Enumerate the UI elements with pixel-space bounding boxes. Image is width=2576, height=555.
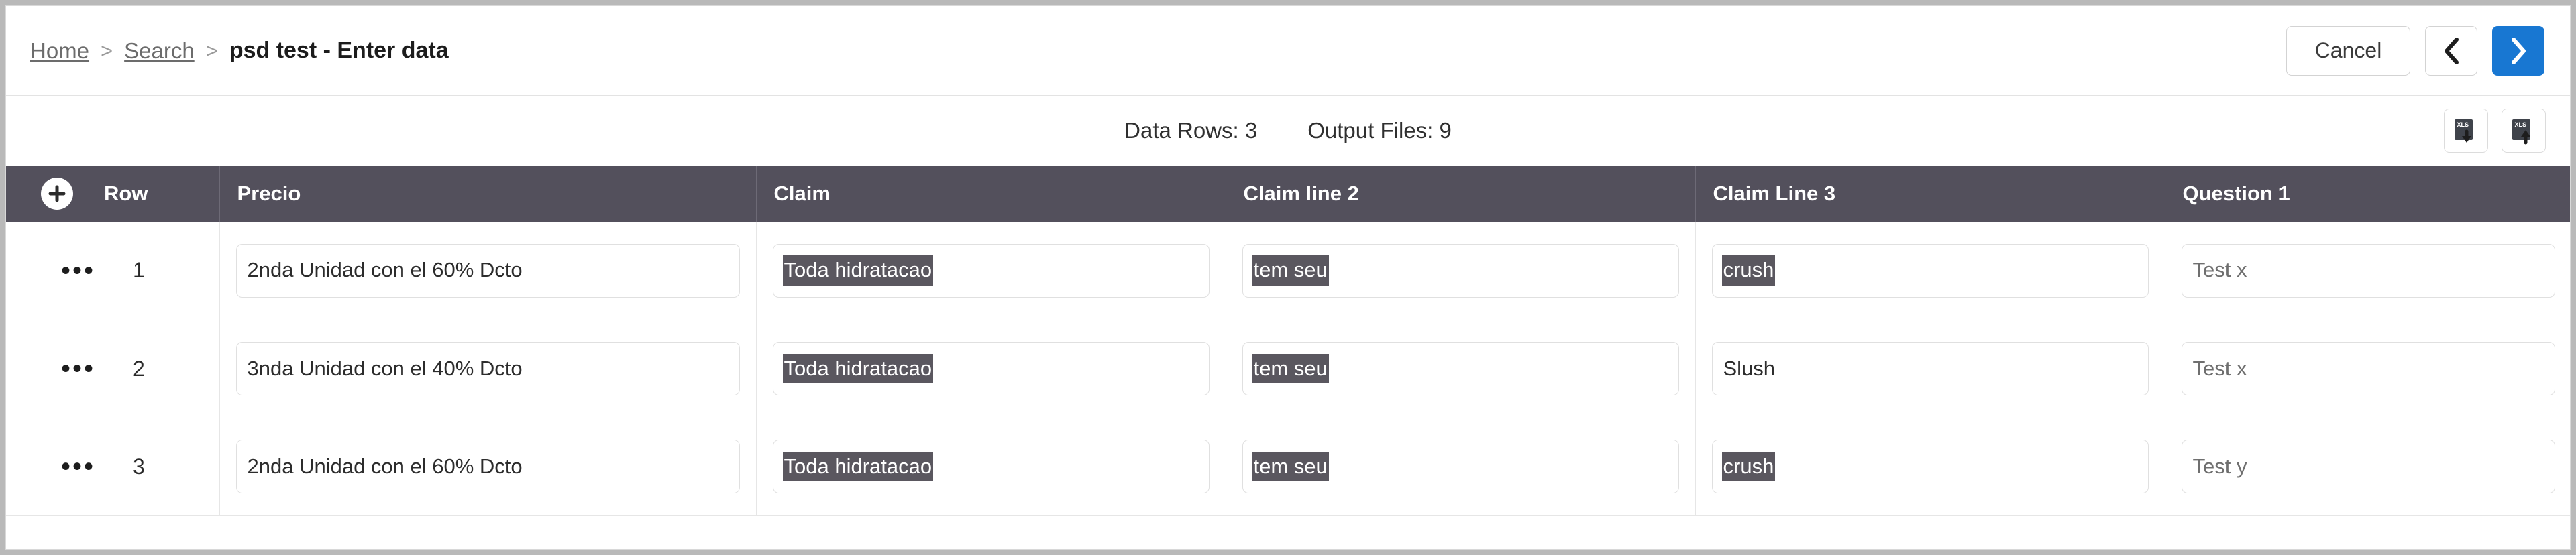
breadcrumb-home-link[interactable]: Home: [30, 38, 89, 64]
chevron-left-icon: [2445, 37, 2459, 64]
xls-download-icon: XLS: [2455, 119, 2473, 143]
question-1-value: Test x: [2192, 258, 2247, 282]
cell-precio: 2nda Unidad con el 60% Dcto: [219, 418, 757, 516]
precio-value: 3nda Unidad con el 40% Dcto: [247, 356, 523, 380]
precio-value: 2nda Unidad con el 60% Dcto: [247, 454, 523, 478]
breadcrumb-current-page: psd test - Enter data: [229, 38, 449, 63]
breadcrumb-separator-2: >: [205, 38, 218, 62]
claim-value: Toda hidratacao: [782, 451, 934, 482]
row-number: 2: [133, 356, 145, 381]
row-handle-cell: ••• 1: [6, 222, 220, 320]
claim-input[interactable]: Toda hidratacao: [772, 342, 1210, 395]
cell-claim-line-3: Slush: [1695, 320, 2165, 418]
breadcrumb: Home > Search > psd test - Enter data: [30, 38, 449, 64]
claim-line-2-input[interactable]: tem seu: [1242, 440, 1679, 493]
cell-claim-line-2: tem seu: [1226, 320, 1696, 418]
row-handle-cell: ••• 2: [6, 320, 220, 418]
table-row: ••• 2 3nda Unidad con el 40% Dcto Toda h…: [6, 320, 2570, 418]
claim-input[interactable]: Toda hidratacao: [772, 243, 1210, 298]
cell-claim-line-3: crush: [1695, 418, 2165, 516]
table-row: ••• 1 2nda Unidad con el 60% Dcto Toda h…: [6, 222, 2570, 320]
claim-line-3-input[interactable]: crush: [1711, 243, 2149, 298]
app-window: Home > Search > psd test - Enter data Ca…: [5, 5, 2571, 550]
row-handle-cell: ••• 3: [6, 418, 220, 516]
data-rows-count: Data Rows: 3: [1124, 118, 1258, 143]
cell-precio: 2nda Unidad con el 60% Dcto: [219, 222, 757, 320]
table-row: ••• 3 2nda Unidad con el 60% Dcto Toda h…: [6, 418, 2570, 516]
svg-text:XLS: XLS: [2457, 121, 2469, 128]
next-step-button[interactable]: [2492, 25, 2544, 76]
cell-claim-line-2: tem seu: [1226, 222, 1696, 320]
row-menu-icon[interactable]: •••: [61, 355, 95, 382]
claim-line-3-input[interactable]: crush: [1711, 440, 2149, 493]
claim-line-3-value: crush: [1721, 451, 1776, 482]
grid-body: ••• 1 2nda Unidad con el 60% Dcto Toda h…: [6, 222, 2570, 516]
claim-input[interactable]: Toda hidratacao: [772, 440, 1210, 493]
svg-text:XLS: XLS: [2515, 121, 2527, 128]
header-actions: Cancel: [2286, 25, 2544, 76]
data-grid: Row Precio Claim Claim line 2 Claim Line…: [6, 166, 2570, 516]
question-1-input[interactable]: Test x: [2181, 342, 2555, 395]
xls-upload-button[interactable]: XLS: [2502, 109, 2546, 153]
chevron-right-icon: [2512, 37, 2526, 64]
row-menu-icon[interactable]: •••: [61, 257, 95, 284]
claim-line-3-value: Slush: [1723, 356, 1776, 380]
row-menu-icon[interactable]: •••: [61, 453, 95, 480]
cancel-button[interactable]: Cancel: [2286, 25, 2410, 76]
cell-claim-line-3: crush: [1695, 222, 2165, 320]
xls-download-button[interactable]: XLS: [2444, 109, 2488, 153]
previous-step-button[interactable]: [2425, 25, 2477, 76]
cell-question-1: Test x: [2165, 320, 2570, 418]
plus-circle-icon: [48, 185, 66, 202]
info-stats: Data Rows: 3 Output Files: 9: [1124, 118, 1452, 143]
precio-value: 2nda Unidad con el 60% Dcto: [247, 258, 523, 282]
claim-line-2-input[interactable]: tem seu: [1242, 342, 1679, 395]
question-1-input[interactable]: Test x: [2181, 243, 2555, 298]
claim-line-3-value: crush: [1721, 255, 1776, 286]
add-row-button[interactable]: [41, 178, 73, 210]
precio-input[interactable]: 2nda Unidad con el 60% Dcto: [235, 243, 740, 298]
column-header-claim-line-3: Claim Line 3: [1695, 166, 2165, 222]
precio-input[interactable]: 2nda Unidad con el 60% Dcto: [235, 440, 740, 493]
xls-actions: XLS XLS: [2444, 109, 2546, 153]
info-bar: Data Rows: 3 Output Files: 9 XLS XLS: [6, 96, 2570, 166]
xls-upload-icon: XLS: [2512, 119, 2530, 145]
question-1-value: Test y: [2192, 454, 2247, 478]
row-number: 3: [133, 454, 145, 479]
column-header-claim-line-2: Claim line 2: [1226, 166, 1696, 222]
claim-line-3-input[interactable]: Slush: [1711, 342, 2149, 395]
breadcrumb-search-link[interactable]: Search: [124, 38, 195, 64]
precio-input[interactable]: 3nda Unidad con el 40% Dcto: [235, 342, 740, 395]
claim-line-2-input[interactable]: tem seu: [1242, 243, 1679, 298]
claim-value: Toda hidratacao: [782, 353, 934, 384]
cell-question-1: Test x: [2165, 222, 2570, 320]
column-header-claim: Claim: [756, 166, 1226, 222]
column-header-row: Row: [6, 166, 220, 222]
grid-bottom-strip: [6, 521, 2570, 549]
question-1-value: Test x: [2192, 356, 2247, 380]
claim-line-2-value: tem seu: [1252, 255, 1329, 286]
breadcrumb-bar: Home > Search > psd test - Enter data Ca…: [6, 6, 2570, 96]
cell-claim: Toda hidratacao: [756, 320, 1226, 418]
cell-question-1: Test y: [2165, 418, 2570, 516]
breadcrumb-separator-1: >: [101, 38, 113, 62]
cell-claim: Toda hidratacao: [756, 418, 1226, 516]
claim-value: Toda hidratacao: [782, 255, 934, 286]
grid-header-row: Row Precio Claim Claim line 2 Claim Line…: [6, 166, 2570, 222]
cell-claim-line-2: tem seu: [1226, 418, 1696, 516]
data-grid-container[interactable]: Row Precio Claim Claim line 2 Claim Line…: [6, 166, 2570, 549]
row-number: 1: [133, 258, 145, 283]
claim-line-2-value: tem seu: [1252, 451, 1329, 482]
claim-line-2-value: tem seu: [1252, 353, 1329, 384]
cell-precio: 3nda Unidad con el 40% Dcto: [219, 320, 757, 418]
output-files-count: Output Files: 9: [1307, 118, 1452, 143]
grid-header: Row Precio Claim Claim line 2 Claim Line…: [6, 166, 2570, 222]
column-header-row-label: Row: [104, 182, 148, 205]
question-1-input[interactable]: Test y: [2181, 440, 2555, 493]
column-header-precio: Precio: [219, 166, 757, 222]
column-header-question-1: Question 1: [2165, 166, 2570, 222]
cell-claim: Toda hidratacao: [756, 222, 1226, 320]
